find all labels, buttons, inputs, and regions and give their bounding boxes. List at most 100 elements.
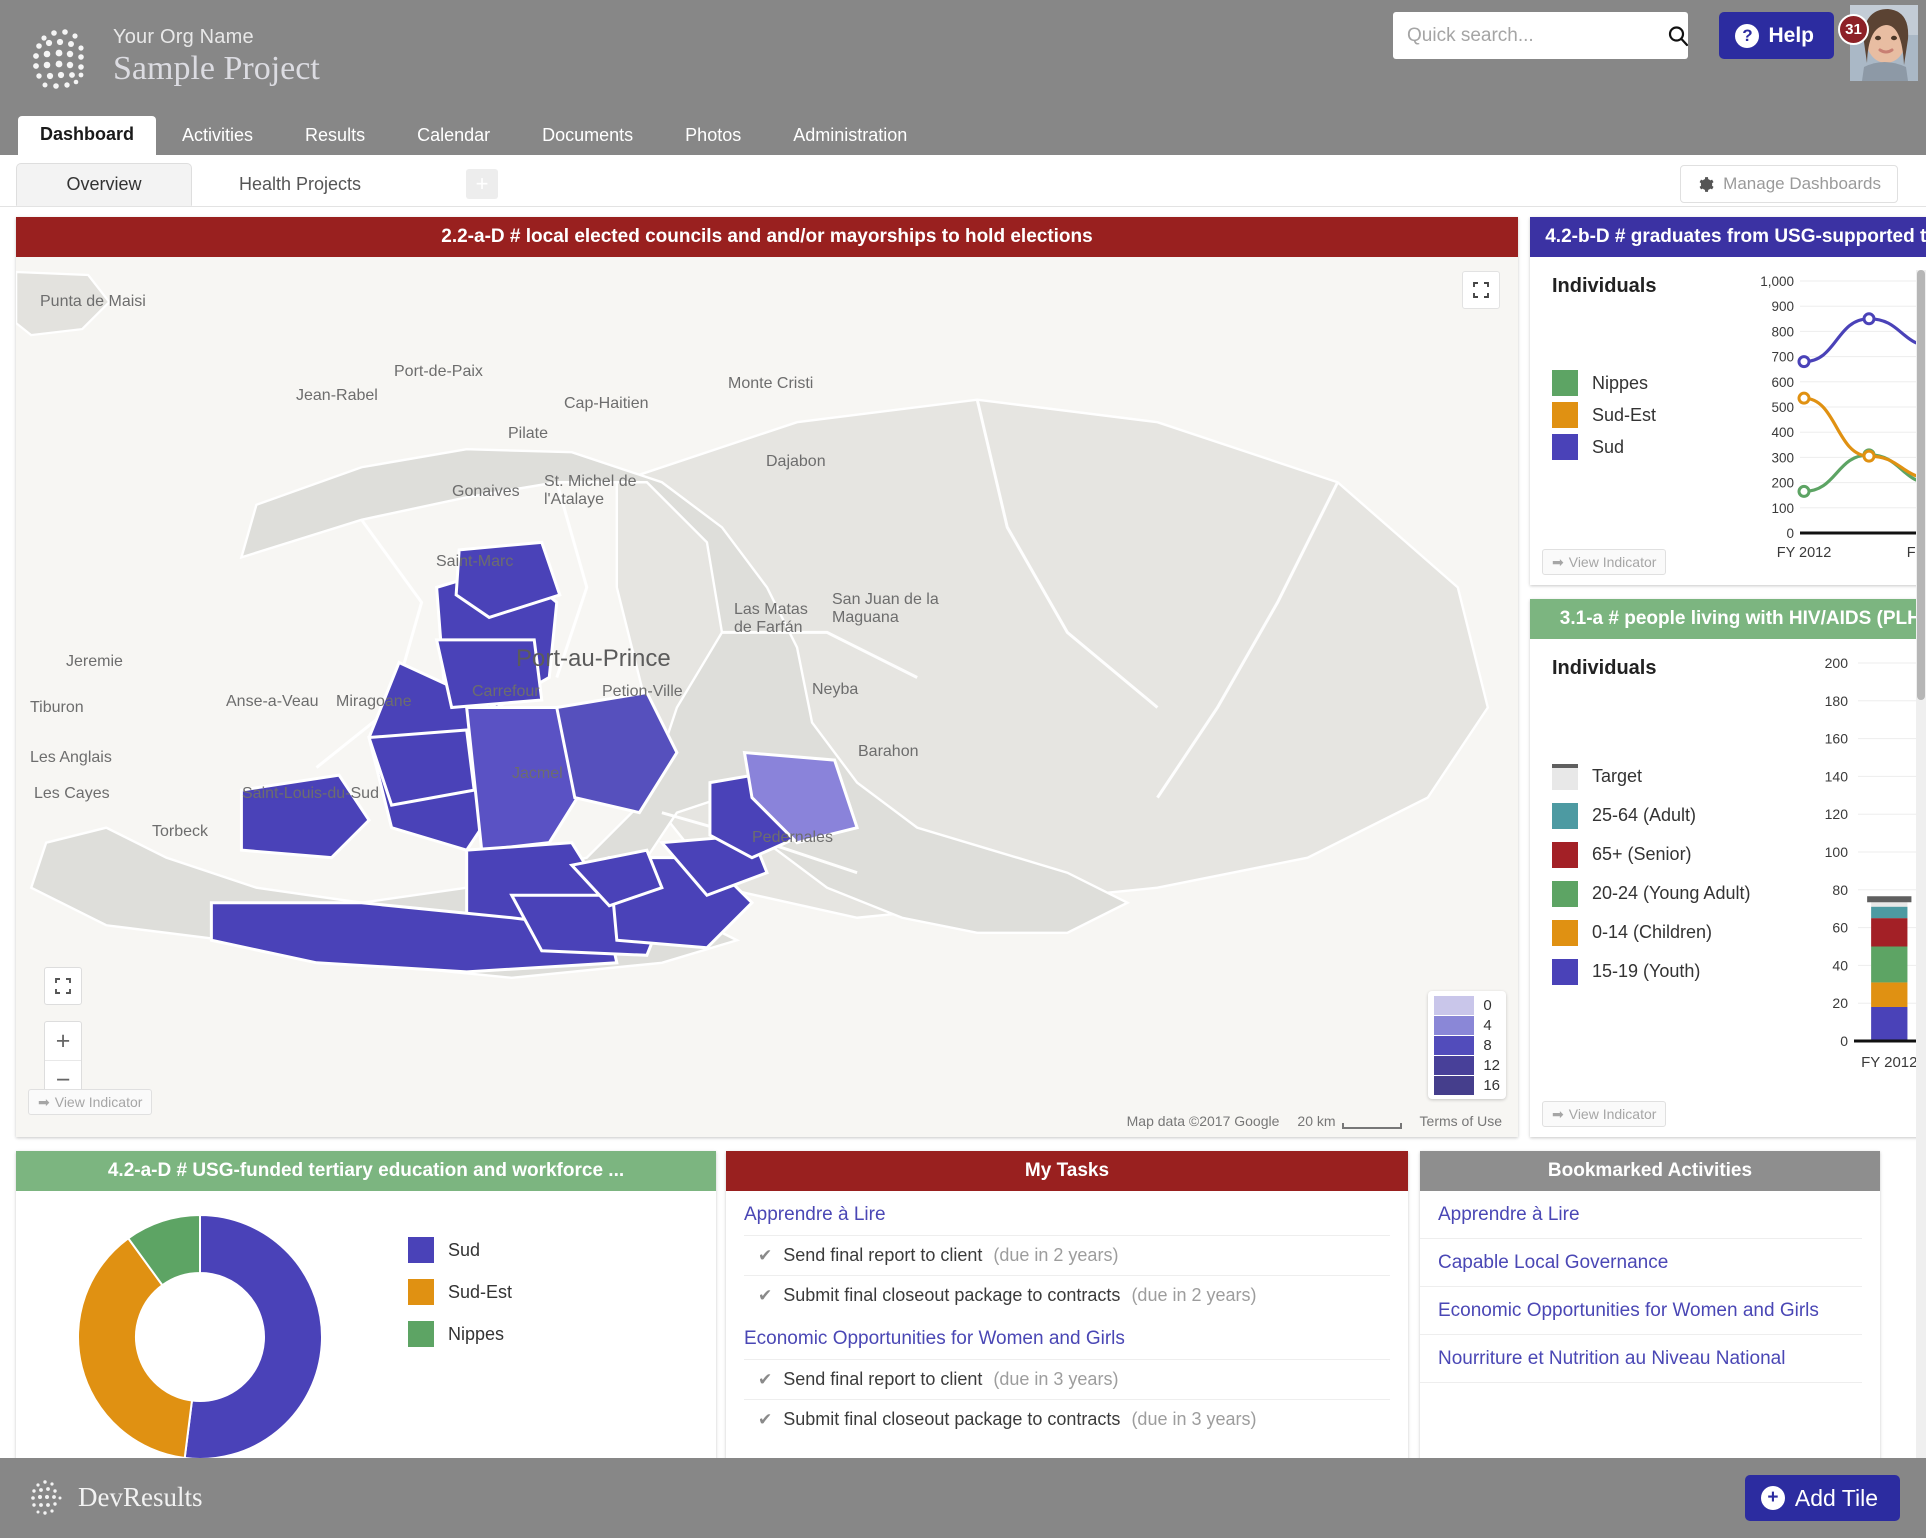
tile-my-tasks: My Tasks Apprendre à Lire ✔ Send final r… [726, 1151, 1408, 1471]
task-due: (due in 3 years) [1131, 1409, 1257, 1429]
tile-donut-tertiary-education: 4.2-a-D # USG-funded tertiary education … [16, 1151, 716, 1471]
legend-label: Sud-Est [448, 1281, 513, 1302]
legend-row: 12 [1434, 1055, 1500, 1075]
legend-label: Target [1592, 766, 1643, 786]
map-fullscreen-button[interactable] [1462, 271, 1500, 309]
legend-item[interactable]: 20-24 (Young Adult) [1552, 874, 1750, 913]
check-icon[interactable]: ✔ [758, 1246, 772, 1266]
bookmark-link[interactable]: Apprendre à Lire [1420, 1191, 1862, 1239]
legend-label: 65+ (Senior) [1592, 844, 1692, 864]
haiti-choropleth-map[interactable] [16, 257, 1518, 1137]
tile-line-chart-graduates: 4.2-b-D # graduates from USG-supported t… [1530, 217, 1926, 585]
map-canvas[interactable]: Punta de Maisi Port-de-Paix Jean-Rabel C… [16, 257, 1518, 1137]
task-text: Send final report to client [783, 1369, 983, 1389]
add-tile-button[interactable]: + Add Tile [1744, 1475, 1900, 1521]
legend-label: Sud [1592, 436, 1625, 457]
user-avatar-wrap[interactable]: 31 [1838, 5, 1918, 81]
legend-swatch-sud [1552, 434, 1578, 460]
nav-tab-activities[interactable]: Activities [156, 118, 279, 155]
svg-text:800: 800 [1771, 324, 1794, 339]
legend-item[interactable]: Nippes [1552, 367, 1656, 399]
legend-label: Sud-Est [1592, 404, 1657, 425]
svg-text:20: 20 [1832, 995, 1848, 1011]
svg-text:FY 2012: FY 2012 [1777, 545, 1832, 561]
nav-tab-calendar[interactable]: Calendar [391, 118, 516, 155]
legend-item[interactable]: Sud [408, 1229, 512, 1271]
tile-title-map: 2.2-a-D # local elected councils and and… [16, 217, 1518, 257]
bar-chart-units: Individuals [1552, 657, 1657, 679]
task-row[interactable]: ✔ Submit final closeout package to contr… [744, 1275, 1390, 1315]
page-scrollbar[interactable] [1916, 270, 1926, 1538]
quick-search[interactable] [1393, 12, 1690, 59]
nav-tab-dashboard[interactable]: Dashboard [18, 116, 157, 155]
subtab-health-projects[interactable]: Health Projects [210, 163, 390, 206]
nav-tab-administration[interactable]: Administration [767, 118, 933, 155]
search-input[interactable] [1393, 12, 1666, 59]
line-view-indicator-button[interactable]: ➡ View Indicator [1542, 549, 1667, 575]
legend-item[interactable]: Nippes [408, 1313, 512, 1355]
bookmark-link[interactable]: Economic Opportunities for Women and Gir… [1420, 1287, 1862, 1335]
legend-row: 8 [1434, 1035, 1500, 1055]
svg-text:80: 80 [1832, 882, 1848, 898]
task-text: Submit final closeout package to contrac… [783, 1409, 1121, 1429]
map-zoom-in-button[interactable]: + [45, 1022, 81, 1061]
svg-text:900: 900 [1771, 299, 1794, 314]
org-name: Your Org Name [113, 26, 254, 48]
legend-value: 12 [1483, 1056, 1500, 1074]
tile-map-elected-councils: 2.2-a-D # local elected councils and and… [16, 217, 1518, 1137]
legend-item[interactable]: Sud-Est [1552, 399, 1656, 431]
bookmark-link[interactable]: Capable Local Governance [1420, 1239, 1862, 1287]
map-view-indicator-button[interactable]: ➡ View Indicator [28, 1089, 153, 1115]
nav-tab-photos[interactable]: Photos [659, 118, 767, 155]
legend-label: 15-19 (Youth) [1592, 961, 1701, 981]
task-due: (due in 2 years) [1131, 1285, 1257, 1305]
nav-tab-results[interactable]: Results [279, 118, 391, 155]
legend-swatch-target [1552, 763, 1578, 790]
tile-title-bar: 3.1-a # people living with HIV/AIDS (PLH… [1530, 599, 1926, 639]
scrollbar-thumb[interactable] [1917, 270, 1925, 700]
legend-swatch-youngadult [1552, 880, 1578, 907]
legend-item[interactable]: 0-14 (Children) [1552, 913, 1750, 952]
task-activity-link[interactable]: Apprendre à Lire [744, 1191, 1390, 1235]
tile-title-tasks: My Tasks [726, 1151, 1408, 1191]
task-text: Send final report to client [783, 1245, 983, 1265]
subtab-overview[interactable]: Overview [16, 163, 192, 206]
map-terms-link[interactable]: Terms of Use [1420, 1113, 1502, 1129]
legend-item[interactable]: Sud-Est [408, 1271, 512, 1313]
legend-swatch-senior [1552, 841, 1578, 868]
dashboard-subtabs: Overview Health Projects + Manage Dashbo… [0, 155, 1926, 207]
task-row[interactable]: ✔ Submit final closeout package to contr… [744, 1399, 1390, 1439]
map-scale-label: 20 km [1297, 1113, 1336, 1129]
legend-item[interactable]: 15-19 (Youth) [1552, 952, 1750, 991]
help-button[interactable]: ? Help [1719, 12, 1834, 59]
svg-text:700: 700 [1771, 350, 1794, 365]
arrow-right-icon: ➡ [38, 1093, 50, 1110]
nav-tab-documents[interactable]: Documents [516, 118, 659, 155]
legend-item[interactable]: 25-64 (Adult) [1552, 796, 1750, 835]
svg-text:0: 0 [1840, 1033, 1848, 1049]
map-expand-button[interactable] [44, 967, 82, 1005]
tile-title-donut: 4.2-a-D # USG-funded tertiary education … [16, 1151, 716, 1191]
app-footer: DevResults + Add Tile [0, 1458, 1926, 1538]
add-dashboard-button[interactable]: + [466, 169, 498, 199]
check-icon[interactable]: ✔ [758, 1410, 772, 1430]
search-icon[interactable] [1666, 24, 1690, 48]
bar-view-indicator-button[interactable]: ➡ View Indicator [1542, 1101, 1667, 1127]
task-row[interactable]: ✔ Send final report to client (due in 2 … [744, 1235, 1390, 1275]
task-activity-link[interactable]: Economic Opportunities for Women and Gir… [744, 1315, 1390, 1359]
manage-dashboards-button[interactable]: Manage Dashboards [1680, 165, 1898, 203]
legend-item[interactable]: Sud [1552, 431, 1656, 463]
check-icon[interactable]: ✔ [758, 1286, 772, 1306]
notification-badge[interactable]: 31 [1838, 14, 1869, 45]
task-row[interactable]: ✔ Send final report to client (due in 3 … [744, 1359, 1390, 1399]
legend-item[interactable]: Target [1552, 757, 1750, 796]
svg-text:140: 140 [1825, 768, 1849, 784]
tile-bar-chart-plhiv: 3.1-a # people living with HIV/AIDS (PLH… [1530, 599, 1926, 1137]
legend-item[interactable]: 65+ (Senior) [1552, 835, 1750, 874]
svg-text:400: 400 [1771, 425, 1794, 440]
check-icon[interactable]: ✔ [758, 1370, 772, 1390]
add-tile-label: Add Tile [1794, 1484, 1878, 1511]
legend-label: Nippes [1592, 372, 1649, 393]
line-chart-legend: Nippes Sud-Est Sud [1552, 367, 1656, 463]
bookmark-link[interactable]: Nourriture et Nutrition au Niveau Nation… [1420, 1335, 1862, 1383]
